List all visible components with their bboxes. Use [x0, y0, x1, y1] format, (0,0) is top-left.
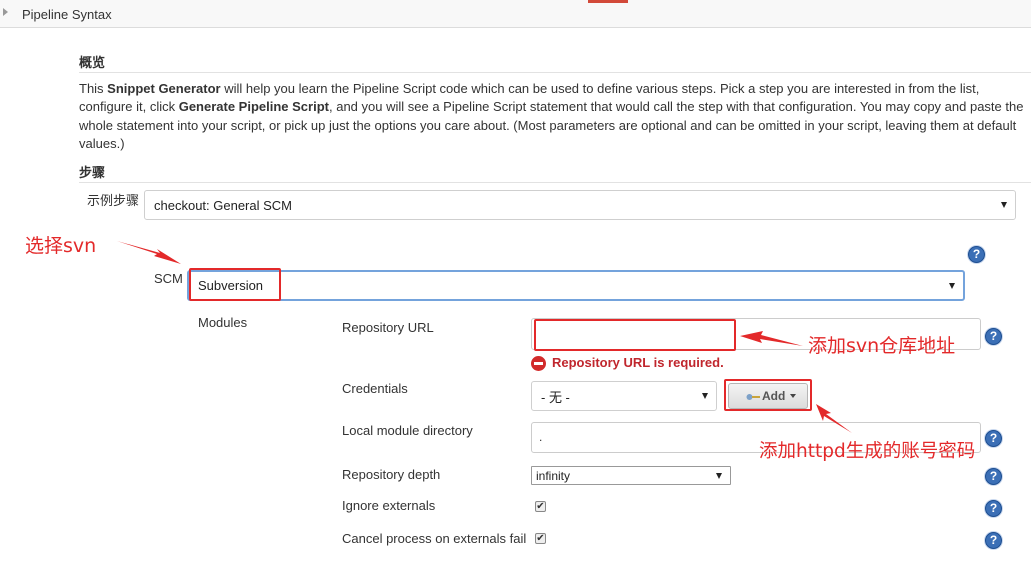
arrow-to-repo-url	[740, 331, 803, 346]
annotation-arrows	[117, 241, 852, 433]
arrow-to-add	[816, 404, 852, 433]
arrow-to-scm	[117, 241, 181, 264]
